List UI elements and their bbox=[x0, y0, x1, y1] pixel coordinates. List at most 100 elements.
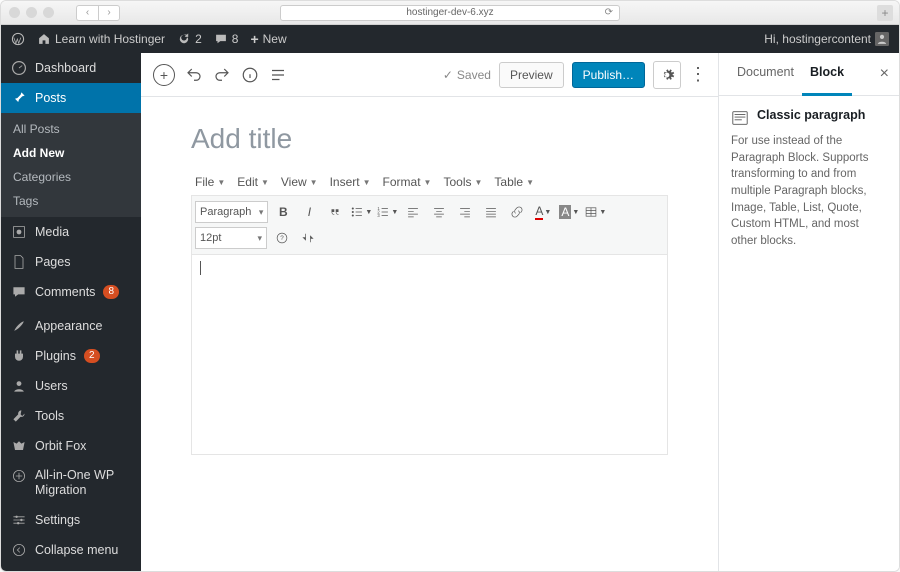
mce-menu-file[interactable]: File▼ bbox=[191, 173, 229, 191]
posts-submenu: All Posts Add New Categories Tags bbox=[1, 113, 141, 217]
new-tab-button[interactable]: + bbox=[877, 5, 893, 21]
publish-button[interactable]: Publish… bbox=[572, 62, 645, 88]
more-menu-button[interactable]: ⋮ bbox=[689, 64, 706, 85]
block-description: For use instead of the Paragraph Block. … bbox=[731, 133, 887, 250]
classic-block-icon bbox=[731, 109, 749, 127]
sidebar-item-aiomigration[interactable]: All-in-One WP Migration bbox=[1, 461, 141, 505]
mce-menu-format[interactable]: Format▼ bbox=[379, 173, 436, 191]
submenu-add-new[interactable]: Add New bbox=[1, 141, 141, 165]
mce-menu-tools[interactable]: Tools▼ bbox=[439, 173, 486, 191]
new-content-link[interactable]: +New bbox=[250, 31, 286, 47]
traffic-light-close[interactable] bbox=[9, 7, 20, 18]
save-status: ✓Saved bbox=[443, 68, 491, 82]
plugin-updates-badge: 2 bbox=[84, 349, 100, 363]
tab-block[interactable]: Block bbox=[802, 53, 852, 96]
tinymce-menubar: File▼ Edit▼ View▼ Insert▼ Format▼ Tools▼… bbox=[191, 169, 668, 195]
fox-icon bbox=[11, 438, 27, 454]
close-inspector-button[interactable]: × bbox=[880, 53, 889, 95]
redo-button[interactable] bbox=[213, 66, 231, 84]
brush-icon bbox=[11, 318, 27, 334]
undo-button[interactable] bbox=[185, 66, 203, 84]
caret-icon: ▼ bbox=[424, 178, 432, 187]
caret-icon: ▼ bbox=[261, 178, 269, 187]
nav-forward-button[interactable]: › bbox=[98, 5, 120, 21]
editor-toolbar: + ✓Saved Preview Publish… ⋮ bbox=[141, 53, 718, 97]
sidebar-item-label: Orbit Fox bbox=[35, 439, 86, 453]
sidebar-item-appearance[interactable]: Appearance bbox=[1, 311, 141, 341]
sidebar-item-comments[interactable]: Comments8 bbox=[1, 277, 141, 307]
caret-icon: ▼ bbox=[526, 178, 534, 187]
mce-menu-insert[interactable]: Insert▼ bbox=[326, 173, 375, 191]
address-bar[interactable]: hostinger-dev-6.xyz ⟳ bbox=[280, 5, 620, 21]
mce-menu-table[interactable]: Table▼ bbox=[490, 173, 538, 191]
sidebar-item-users[interactable]: Users bbox=[1, 371, 141, 401]
bg-color-button[interactable]: A▼ bbox=[558, 201, 580, 223]
traffic-light-max[interactable] bbox=[43, 7, 54, 18]
insert-block-button[interactable]: + bbox=[153, 64, 175, 86]
sidebar-collapse[interactable]: Collapse menu bbox=[1, 535, 141, 565]
sidebar-item-label: Dashboard bbox=[35, 61, 96, 75]
caret-icon: ▼ bbox=[217, 178, 225, 187]
comment-icon bbox=[214, 32, 228, 46]
sidebar-item-posts[interactable]: Posts bbox=[1, 83, 141, 113]
fontsize-select[interactable]: 12pt bbox=[195, 227, 267, 249]
home-icon bbox=[37, 32, 51, 46]
tab-document[interactable]: Document bbox=[729, 53, 802, 95]
align-right-button[interactable] bbox=[454, 201, 476, 223]
settings-toggle-button[interactable] bbox=[653, 61, 681, 89]
info-button[interactable] bbox=[241, 66, 259, 84]
format-select[interactable]: Paragraph bbox=[195, 201, 268, 223]
svg-text:?: ? bbox=[280, 235, 284, 242]
sliders-icon bbox=[11, 512, 27, 528]
text-color-button[interactable]: A▼ bbox=[532, 201, 554, 223]
reload-icon[interactable]: ⟳ bbox=[605, 7, 613, 18]
sidebar-item-plugins[interactable]: Plugins2 bbox=[1, 341, 141, 371]
readmore-button[interactable] bbox=[297, 227, 319, 249]
blockquote-button[interactable] bbox=[324, 201, 346, 223]
user-icon bbox=[11, 378, 27, 394]
nav-back-button[interactable]: ‹ bbox=[76, 5, 98, 21]
plug-icon bbox=[11, 348, 27, 364]
italic-button[interactable]: I bbox=[298, 201, 320, 223]
ul-button[interactable]: ▼ bbox=[350, 201, 372, 223]
url-text: hostinger-dev-6.xyz bbox=[406, 7, 493, 18]
post-title-input[interactable]: Add title bbox=[191, 97, 668, 169]
traffic-light-min[interactable] bbox=[26, 7, 37, 18]
bold-button[interactable]: B bbox=[272, 201, 294, 223]
help-button[interactable]: ? bbox=[271, 227, 293, 249]
tinymce-content[interactable] bbox=[191, 255, 668, 455]
submenu-categories[interactable]: Categories bbox=[1, 165, 141, 189]
wp-logo-icon[interactable] bbox=[11, 32, 25, 46]
sidebar-item-tools[interactable]: Tools bbox=[1, 401, 141, 431]
migration-icon bbox=[11, 468, 27, 484]
sidebar-item-orbitfox[interactable]: Orbit Fox bbox=[1, 431, 141, 461]
comments-link[interactable]: 8 bbox=[214, 32, 239, 46]
mce-menu-view[interactable]: View▼ bbox=[277, 173, 322, 191]
my-account-link[interactable]: Hi, hostingercontent bbox=[764, 32, 889, 46]
sidebar-item-label: Pages bbox=[35, 255, 70, 269]
sidebar-item-pages[interactable]: Pages bbox=[1, 247, 141, 277]
updates-link[interactable]: 2 bbox=[177, 32, 202, 46]
site-link[interactable]: Learn with Hostinger bbox=[37, 32, 165, 46]
preview-button[interactable]: Preview bbox=[499, 62, 564, 88]
ol-button[interactable]: 123▼ bbox=[376, 201, 398, 223]
align-justify-button[interactable] bbox=[480, 201, 502, 223]
sidebar-item-label: Posts bbox=[35, 91, 66, 105]
mce-menu-edit[interactable]: Edit▼ bbox=[233, 173, 273, 191]
link-button[interactable] bbox=[506, 201, 528, 223]
submenu-all-posts[interactable]: All Posts bbox=[1, 117, 141, 141]
sidebar-item-label: Tools bbox=[35, 409, 64, 423]
sidebar-item-label: Settings bbox=[35, 513, 80, 527]
refresh-icon bbox=[177, 32, 191, 46]
align-center-button[interactable] bbox=[428, 201, 450, 223]
media-icon bbox=[11, 224, 27, 240]
pin-icon bbox=[11, 90, 27, 106]
align-left-button[interactable] bbox=[402, 201, 424, 223]
outline-button[interactable] bbox=[269, 66, 287, 84]
sidebar-item-settings[interactable]: Settings bbox=[1, 505, 141, 535]
sidebar-item-media[interactable]: Media bbox=[1, 217, 141, 247]
sidebar-item-dashboard[interactable]: Dashboard bbox=[1, 53, 141, 83]
table-button[interactable]: ▼ bbox=[584, 201, 606, 223]
submenu-tags[interactable]: Tags bbox=[1, 189, 141, 213]
check-icon: ✓ bbox=[443, 68, 453, 82]
